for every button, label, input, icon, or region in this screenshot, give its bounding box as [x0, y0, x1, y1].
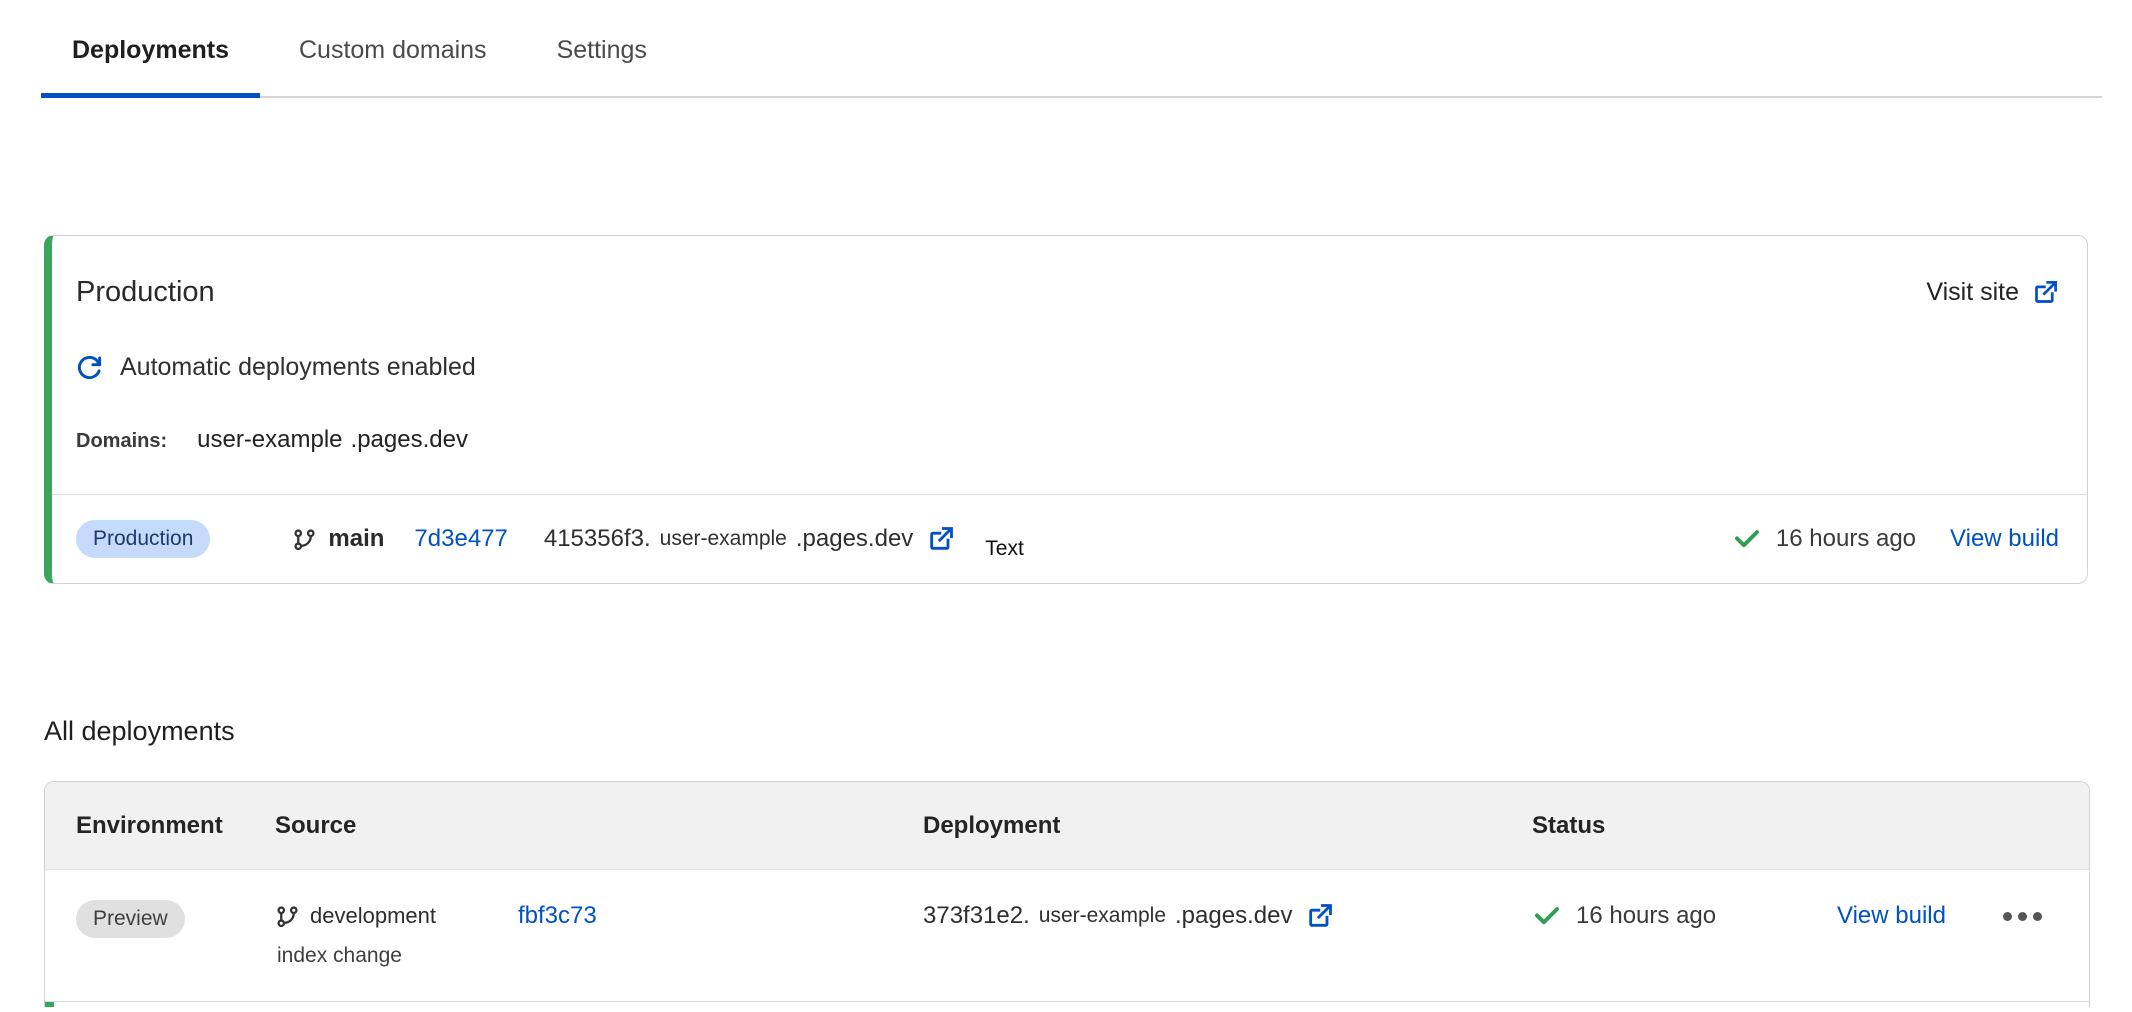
production-deployment-row: Production main 7d3e477 415356f3. user-e… [52, 495, 2087, 583]
row-menu-button[interactable] [2001, 906, 2044, 927]
production-row-status: 16 hours ago View build [1732, 524, 2059, 554]
url-hash: 373f31e2. [923, 900, 1030, 932]
domain-suffix: .pages.dev [351, 426, 468, 454]
git-branch-icon [292, 527, 317, 552]
url-name: user-example [660, 527, 787, 551]
domain-name: user-example [197, 426, 342, 454]
commit-link[interactable]: fbf3c73 [518, 900, 597, 932]
branch-group: main [292, 525, 384, 553]
visit-site-label: Visit site [1926, 278, 2019, 307]
deployment-url-link[interactable]: 415356f3. user-example .pages.dev [544, 525, 955, 553]
environment-badge: Production [76, 520, 210, 558]
url-suffix: .pages.dev [796, 525, 913, 553]
url-hash: 415356f3. [544, 525, 651, 553]
domains-label: Domains: [76, 430, 167, 453]
tab-settings[interactable]: Settings [526, 6, 678, 98]
view-build-link[interactable]: View build [1837, 900, 1946, 932]
column-header-environment: Environment [76, 812, 275, 840]
automatic-deployments-row: Automatic deployments enabled [52, 309, 2087, 382]
environment-badge: Preview [76, 900, 185, 938]
url-suffix: .pages.dev [1175, 900, 1292, 932]
status-cell: 16 hours ago [1532, 900, 1837, 932]
table-header-row: Environment Source Deployment Status [45, 782, 2089, 870]
external-link-icon [2032, 279, 2059, 306]
column-header-deployment: Deployment [923, 812, 1532, 840]
commit-message: index change [277, 942, 923, 970]
production-title: Production [76, 276, 215, 309]
table-row: Preview development fbf3c73 [45, 870, 2089, 1002]
tab-bar: Deployments Custom domains Settings [41, 0, 2102, 98]
column-header-source: Source [275, 812, 923, 840]
next-row-accent [45, 1002, 54, 1007]
git-branch-icon [275, 904, 300, 929]
visit-site-link[interactable]: Visit site [1926, 278, 2059, 307]
note-text: Text [985, 537, 1024, 561]
check-icon [1532, 901, 1562, 931]
branch-name: development [310, 900, 436, 932]
environment-cell: Preview [76, 900, 275, 938]
source-cell: development fbf3c73 index change [275, 900, 923, 970]
view-build-link[interactable]: View build [1950, 525, 2059, 553]
next-row-partial [45, 1002, 2089, 1007]
deploy-time: 16 hours ago [1776, 525, 1916, 553]
ellipsis-icon [2003, 912, 2012, 921]
deployment-url-link[interactable]: 373f31e2. user-example .pages.dev [923, 900, 1532, 932]
commit-link[interactable]: 7d3e477 [414, 525, 507, 553]
domain-value: user-example .pages.dev [197, 426, 468, 454]
actions-cell: View build [1837, 900, 2089, 932]
ellipsis-icon [2018, 912, 2027, 921]
all-deployments-title: All deployments [44, 716, 2132, 747]
ellipsis-icon [2033, 912, 2042, 921]
column-header-status: Status [1532, 812, 1837, 840]
tab-deployments[interactable]: Deployments [41, 6, 260, 98]
tab-custom-domains[interactable]: Custom domains [268, 6, 518, 98]
automatic-deployments-label: Automatic deployments enabled [120, 353, 476, 382]
external-link-icon [927, 525, 955, 553]
deploy-time: 16 hours ago [1576, 900, 1716, 932]
external-link-icon [1306, 902, 1334, 930]
branch-name: main [328, 525, 384, 553]
pages-project-screen: Deployments Custom domains Settings Prod… [0, 0, 2132, 1012]
production-card-header: Production Visit site [52, 236, 2087, 309]
deployments-table: Environment Source Deployment Status Pre… [44, 781, 2090, 1007]
domains-row: Domains: user-example .pages.dev [52, 382, 2087, 494]
check-icon [1732, 524, 1762, 554]
url-name: user-example [1039, 900, 1166, 932]
refresh-icon [76, 354, 103, 381]
production-card: Production Visit site Automa [44, 235, 2088, 584]
